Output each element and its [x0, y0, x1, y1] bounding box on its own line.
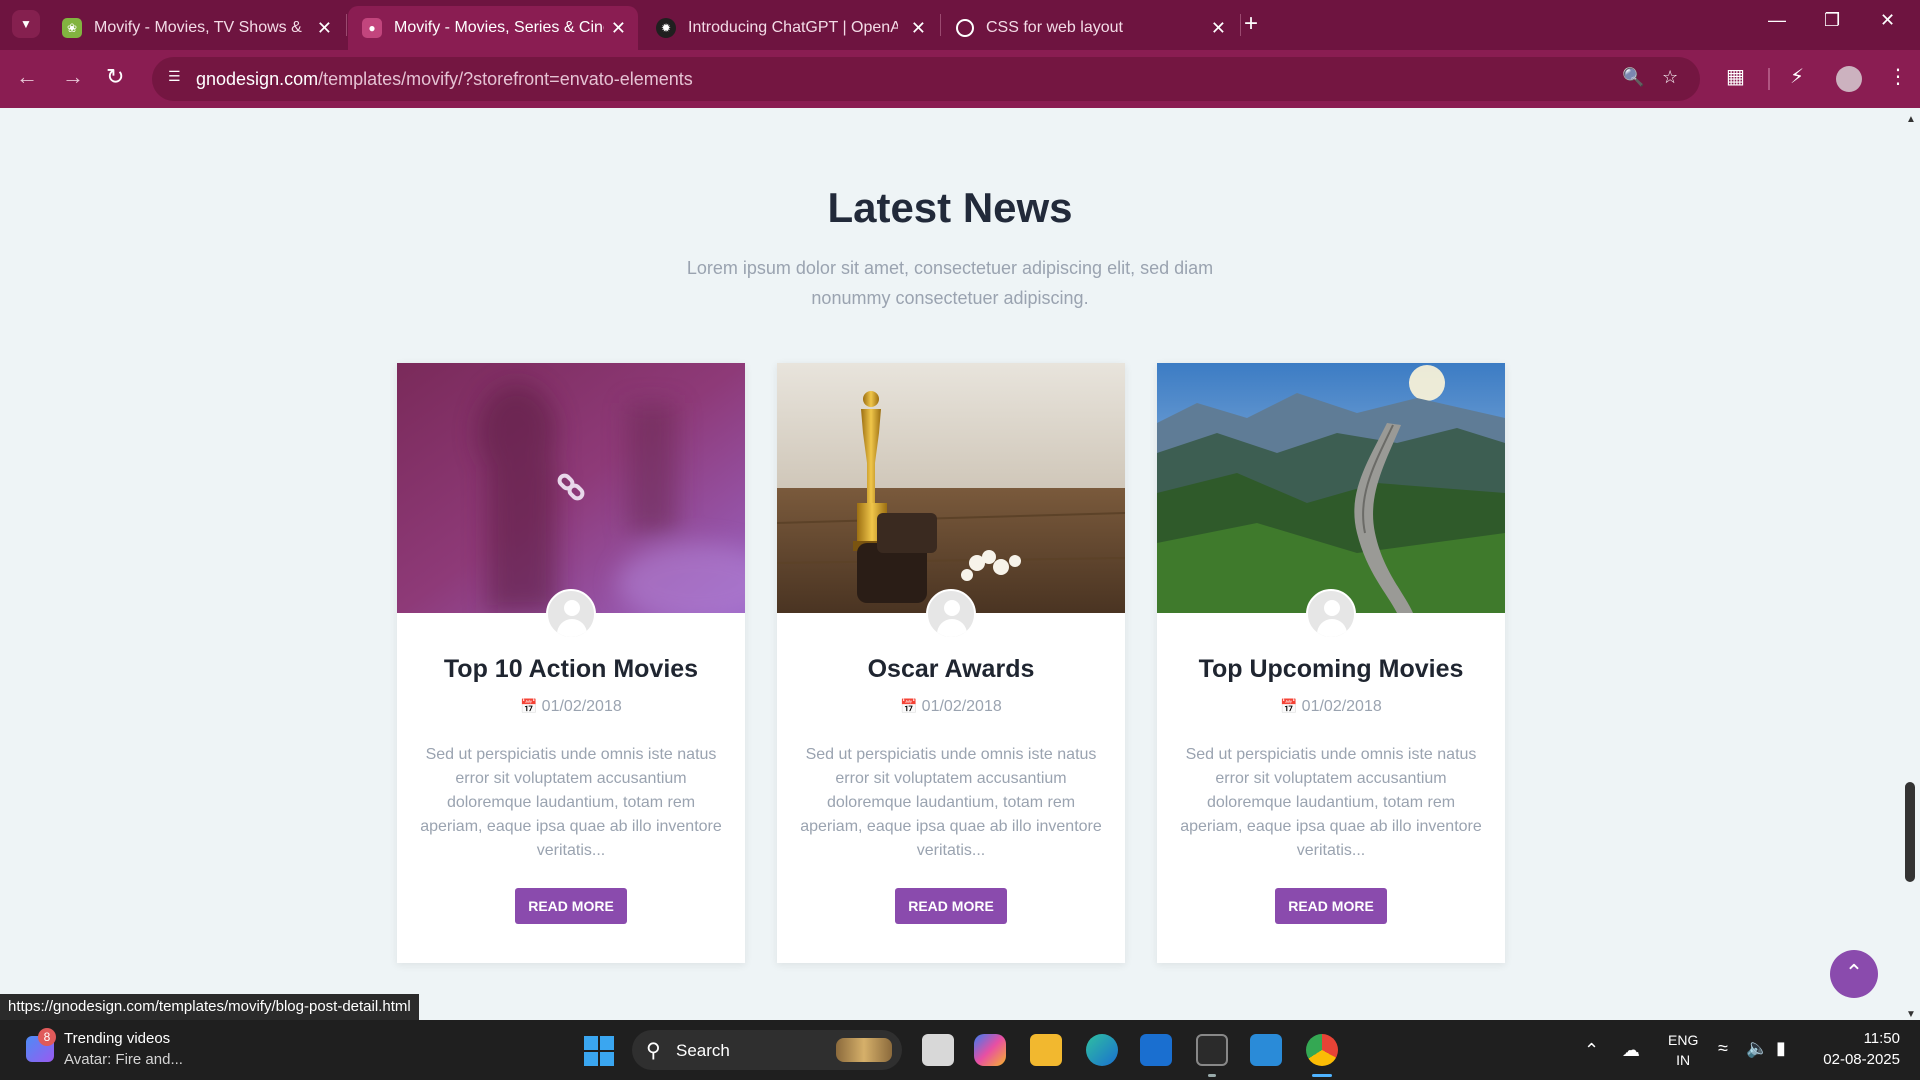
widget-title: Trending videos — [64, 1030, 171, 1047]
reload-icon[interactable]: ↻ — [106, 64, 124, 90]
battery-icon[interactable]: ▮ — [1776, 1038, 1786, 1059]
gnodesign-icon: ● — [362, 18, 382, 38]
tab-title: Movify - Movies, Series & Cinem — [394, 19, 604, 36]
post-excerpt: Sed ut perspiciatis unde omnis iste natu… — [420, 746, 722, 859]
post-title[interactable]: Top 10 Action Movies — [397, 655, 745, 684]
post-excerpt: Sed ut perspiciatis unde omnis iste natu… — [1180, 746, 1482, 859]
chevron-up-icon: ⌃ — [1844, 960, 1864, 985]
zoom-icon[interactable]: 🔍 — [1622, 67, 1644, 88]
news-card: Top 10 Action Movies 📅 01/02/2018 Sed ut … — [397, 363, 745, 963]
tab-css-layout[interactable]: CSS for web layout ✕ — [942, 6, 1238, 50]
calendar-icon: 📅 — [520, 698, 538, 714]
news-card: Top Upcoming Movies 📅 01/02/2018 Sed ut p… — [1157, 363, 1505, 963]
post-image[interactable] — [777, 363, 1125, 613]
file-explorer-icon[interactable] — [1030, 1034, 1062, 1066]
notification-badge: 8 — [38, 1028, 56, 1046]
close-window-icon[interactable]: ✕ — [1880, 10, 1895, 31]
vscode-icon[interactable] — [1250, 1034, 1282, 1066]
profile-avatar[interactable] — [1836, 66, 1862, 92]
onedrive-icon[interactable]: ☁ — [1622, 1040, 1640, 1061]
back-to-top-button[interactable]: ⌃ — [1830, 950, 1878, 998]
windows-start-icon[interactable] — [584, 1036, 614, 1066]
tab-chatgpt[interactable]: ✹ Introducing ChatGPT | OpenAI ✕ — [642, 6, 938, 50]
performance-icon[interactable]: ⚡ — [1790, 64, 1804, 89]
forward-icon[interactable]: → — [62, 64, 84, 90]
clock[interactable]: 11:50 02-08-2025 — [1820, 1030, 1900, 1068]
post-date: 📅 01/02/2018 — [1280, 698, 1382, 715]
language-indicator[interactable]: ENG IN — [1668, 1032, 1698, 1068]
calendar-icon: 📅 — [1280, 698, 1298, 714]
outlook-icon[interactable] — [1140, 1034, 1172, 1066]
search-icon: ⚲ — [646, 1040, 661, 1062]
address-bar[interactable]: ☰ gnodesign.com/templates/movify/?storef… — [152, 57, 1700, 101]
close-tab-icon[interactable]: ✕ — [1211, 18, 1226, 39]
search-highlight-icon — [836, 1038, 892, 1062]
page-scrollbar[interactable]: ▲ ▼ — [1900, 108, 1920, 1020]
scroll-down-icon[interactable]: ▼ — [1906, 1009, 1916, 1020]
author-avatar — [1306, 589, 1356, 639]
widget-subtitle: Avatar: Fire and... — [64, 1051, 183, 1068]
wifi-icon[interactable]: ≈ — [1718, 1038, 1728, 1059]
post-title[interactable]: Oscar Awards — [777, 655, 1125, 684]
link-status-bar: https://gnodesign.com/templates/movify/b… — [0, 994, 419, 1020]
read-more-button[interactable]: READ MORE — [515, 888, 627, 924]
tab-title: Movify - Movies, TV Shows & C — [94, 19, 304, 36]
read-more-button[interactable]: READ MORE — [1275, 888, 1387, 924]
tab-title: CSS for web layout — [986, 19, 1123, 36]
terminal-icon[interactable] — [1196, 1034, 1228, 1066]
openai-icon: ✹ — [656, 18, 676, 38]
minimize-icon[interactable]: — — [1768, 10, 1786, 31]
back-icon[interactable]: ← — [16, 64, 38, 90]
restore-icon[interactable]: ❐ — [1824, 10, 1840, 31]
post-image[interactable] — [397, 363, 745, 613]
tab-bar: ▼ ❀ Movify - Movies, TV Shows & C ✕ ● Mo… — [0, 0, 1920, 50]
post-image[interactable] — [1157, 363, 1505, 613]
edge-icon[interactable] — [1086, 1034, 1118, 1066]
show-hidden-icons-icon[interactable]: ⌃ — [1584, 1040, 1599, 1061]
copilot-icon[interactable] — [974, 1034, 1006, 1066]
new-tab-button[interactable]: + — [1244, 10, 1258, 38]
volume-icon[interactable]: 🔈 — [1746, 1038, 1768, 1059]
post-title[interactable]: Top Upcoming Movies — [1157, 655, 1505, 684]
calendar-icon: 📅 — [900, 698, 918, 714]
page-content: Latest News Lorem ipsum dolor sit amet, … — [0, 108, 1900, 1020]
post-date: 📅 01/02/2018 — [900, 698, 1002, 715]
taskbar-search[interactable]: ⚲ Search — [632, 1030, 902, 1070]
author-avatar — [926, 589, 976, 639]
web-icon — [956, 19, 974, 37]
chrome-icon[interactable] — [1306, 1034, 1338, 1066]
post-date: 📅 01/02/2018 — [520, 698, 622, 715]
url-text[interactable]: gnodesign.com/templates/movify/?storefro… — [196, 69, 693, 90]
post-excerpt: Sed ut perspiciatis unde omnis iste natu… — [800, 746, 1102, 859]
tab-search-dropdown-icon[interactable]: ▼ — [12, 10, 40, 38]
tab-movify-envato[interactable]: ❀ Movify - Movies, TV Shows & C ✕ — [48, 6, 344, 50]
search-label: Search — [676, 1041, 730, 1060]
close-tab-icon[interactable]: ✕ — [611, 18, 626, 39]
bookmark-star-icon[interactable]: ☆ — [1662, 67, 1678, 88]
extensions-icon[interactable]: ▦ — [1726, 64, 1745, 89]
scroll-up-icon[interactable]: ▲ — [1906, 114, 1916, 125]
close-tab-icon[interactable]: ✕ — [317, 18, 332, 39]
taskbar: 8 Trending videos Avatar: Fire and... ⚲ … — [0, 1020, 1920, 1080]
news-card: Oscar Awards 📅 01/02/2018 Sed ut perspici… — [777, 363, 1125, 963]
section-subtitle: Lorem ipsum dolor sit amet, consectetuer… — [686, 258, 1214, 308]
scroll-thumb[interactable] — [1905, 782, 1915, 882]
read-more-button[interactable]: READ MORE — [895, 888, 1007, 924]
tab-movify-gnodesign[interactable]: ● Movify - Movies, Series & Cinem ✕ — [348, 6, 638, 50]
close-tab-icon[interactable]: ✕ — [911, 18, 926, 39]
site-info-icon[interactable]: ☰ — [168, 68, 190, 90]
browser-toolbar: ← → ↻ ☰ gnodesign.com/templates/movify/?… — [0, 50, 1920, 108]
author-avatar — [546, 589, 596, 639]
tab-title: Introducing ChatGPT | OpenAI — [688, 19, 898, 36]
menu-icon[interactable]: ⋮ — [1888, 64, 1908, 89]
task-view-icon[interactable] — [922, 1034, 954, 1066]
envato-icon: ❀ — [62, 18, 82, 38]
section-title: Latest News — [827, 184, 1073, 231]
